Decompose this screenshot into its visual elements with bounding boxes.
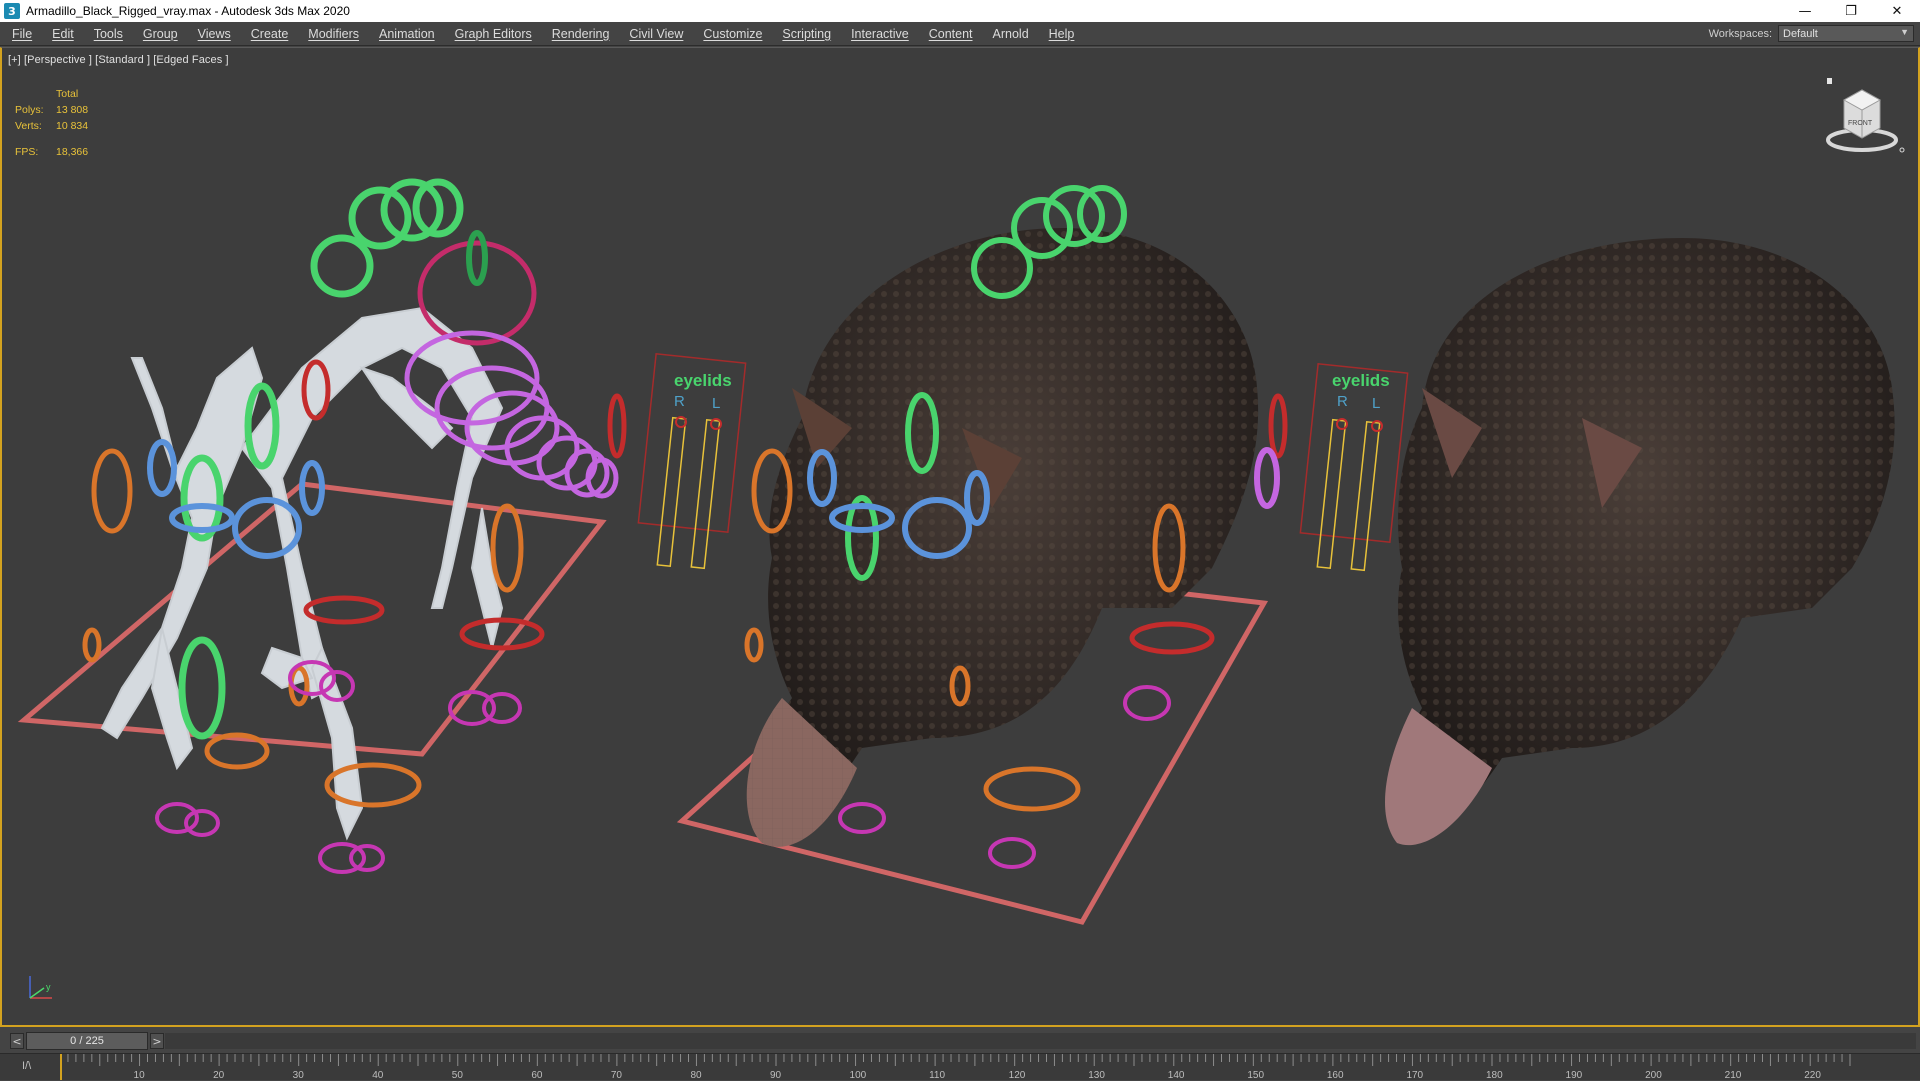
ruler-label: 210 bbox=[1725, 1070, 1742, 1081]
ruler-label: 110 bbox=[929, 1070, 945, 1081]
menu-rendering[interactable]: Rendering bbox=[542, 22, 620, 46]
eyelids-panel-middle: eyelids R L bbox=[637, 352, 747, 570]
verts-label: Verts: bbox=[15, 120, 42, 132]
menu-scripting[interactable]: Scripting bbox=[772, 22, 841, 46]
frame-ruler[interactable]: 10 20 30 40 50 60 70 80 90 100 110 120 130 140 150 160 1… bbox=[60, 1054, 1910, 1081]
fps-value: 18,366 bbox=[56, 146, 89, 158]
menu-interactive[interactable]: Interactive bbox=[841, 22, 919, 46]
eyelid-left-label-2: L bbox=[1372, 395, 1380, 412]
menu-animation[interactable]: Animation bbox=[369, 22, 445, 46]
eyelids-label-2: eyelids bbox=[1332, 371, 1390, 390]
ruler-label: 80 bbox=[690, 1070, 702, 1081]
next-frame-button[interactable]: > bbox=[150, 1033, 164, 1049]
ruler-label: 50 bbox=[452, 1070, 464, 1081]
menu-customize[interactable]: Customize bbox=[693, 22, 772, 46]
menu-modifiers[interactable]: Modifiers bbox=[298, 22, 369, 46]
ruler-label: 130 bbox=[1088, 1070, 1105, 1081]
frame-display: 0 / 225 bbox=[70, 1035, 104, 1047]
title-bar: 3 Armadillo_Black_Rigged_vray.max - Auto… bbox=[0, 0, 1920, 22]
previous-frame-button[interactable]: < bbox=[10, 1033, 24, 1049]
ruler-label: 170 bbox=[1406, 1070, 1423, 1081]
ruler-label: 160 bbox=[1327, 1070, 1344, 1081]
menu-tools[interactable]: Tools bbox=[84, 22, 133, 46]
eyelids-panel-right: eyelids R L bbox=[1299, 362, 1409, 572]
menu-group[interactable]: Group bbox=[133, 22, 188, 46]
ruler-label: 190 bbox=[1566, 1070, 1583, 1081]
home-icon bbox=[1827, 78, 1832, 84]
eyelid-right-label-2: R bbox=[1337, 393, 1348, 410]
time-slider: < 0 / 225 > bbox=[0, 1029, 1920, 1053]
stats-header: Total bbox=[56, 88, 79, 100]
viewport-scene[interactable]: eyelids R L eyelids R L bbox=[2, 48, 1918, 1026]
ruler-label: 20 bbox=[213, 1070, 225, 1081]
ruler-label: 90 bbox=[770, 1070, 782, 1081]
ruler-label: 100 bbox=[850, 1070, 867, 1081]
window-controls: — ❐ ✕ bbox=[1782, 0, 1920, 22]
fps-label: FPS: bbox=[15, 146, 39, 158]
verts-value: 10 834 bbox=[56, 120, 89, 132]
ruler-label: 200 bbox=[1645, 1070, 1662, 1081]
menu-items: File Edit Tools Group Views Create Modifiers An… bbox=[2, 22, 1084, 46]
ruler-label: 10 bbox=[134, 1070, 146, 1081]
menu-bar: File Edit Tools Group Views Create Modifiers An… bbox=[0, 22, 1920, 46]
ruler-label: 150 bbox=[1247, 1070, 1264, 1081]
app-icon: 3 bbox=[4, 3, 20, 19]
polys-label: Polys: bbox=[15, 104, 44, 116]
ruler-label: 30 bbox=[293, 1070, 305, 1081]
chevron-down-icon: ▼ bbox=[1900, 27, 1909, 37]
menu-content[interactable]: Content bbox=[919, 22, 983, 46]
time-slider-thumb[interactable]: 0 / 225 bbox=[26, 1032, 148, 1050]
ruler-label: 140 bbox=[1168, 1070, 1185, 1081]
polys-value: 13 808 bbox=[56, 104, 89, 116]
ruler-label: 220 bbox=[1804, 1070, 1821, 1081]
menu-views[interactable]: Views bbox=[188, 22, 241, 46]
scene-statistics: Total Polys: 13 808 Verts: 10 834 FPS: 18,3… bbox=[15, 86, 88, 160]
control-head-ring bbox=[417, 240, 537, 346]
menu-arnold[interactable]: Arnold bbox=[983, 22, 1039, 46]
minimize-button[interactable]: — bbox=[1782, 0, 1828, 22]
curve-editor-icon[interactable]: I/\ bbox=[22, 1060, 31, 1072]
menu-file[interactable]: File bbox=[2, 22, 42, 46]
time-slider-track[interactable] bbox=[165, 1033, 1916, 1049]
ruler-label: 120 bbox=[1009, 1070, 1026, 1081]
ruler-label: 40 bbox=[372, 1070, 384, 1081]
restore-button[interactable]: ❐ bbox=[1828, 0, 1874, 22]
armadillo-mesh-right bbox=[1385, 238, 1895, 846]
current-frame-marker bbox=[60, 1054, 62, 1080]
eyelid-right-label: R bbox=[674, 393, 685, 410]
eyelid-left-label: L bbox=[712, 395, 720, 412]
perspective-viewport[interactable]: eyelids R L eyelids R L [+] [Perspective… bbox=[0, 47, 1920, 1027]
menu-graph-editors[interactable]: Graph Editors bbox=[445, 22, 542, 46]
axis-y-label: y bbox=[46, 982, 51, 992]
axis-tripod-icon: y bbox=[29, 976, 52, 999]
menu-civil-view[interactable]: Civil View bbox=[619, 22, 693, 46]
ruler-label: 60 bbox=[531, 1070, 543, 1081]
track-bar[interactable]: I/\ 10 20 30 40 50 60 70 80 90 100 110 120 130 140 150… bbox=[0, 1053, 1920, 1081]
viewcube[interactable]: FRONT bbox=[1822, 78, 1906, 162]
workspace-switcher: Workspaces: Default ▼ bbox=[1709, 25, 1914, 42]
menu-edit[interactable]: Edit bbox=[42, 22, 84, 46]
workspace-label: Workspaces: bbox=[1708, 27, 1772, 40]
viewcube-front-label: FRONT bbox=[1848, 120, 1873, 127]
workspace-dropdown[interactable]: Default ▼ bbox=[1778, 25, 1914, 42]
ruler-label: 180 bbox=[1486, 1070, 1503, 1081]
menu-help[interactable]: Help bbox=[1039, 22, 1085, 46]
menu-create[interactable]: Create bbox=[241, 22, 299, 46]
viewport-label[interactable]: [+] [Perspective ] [Standard ] [Edged Fa… bbox=[8, 54, 229, 66]
ruler-label: 70 bbox=[611, 1070, 623, 1081]
workspace-value: Default bbox=[1783, 27, 1818, 40]
window-title: Armadillo_Black_Rigged_vray.max - Autode… bbox=[26, 4, 350, 18]
eyelids-label: eyelids bbox=[674, 371, 732, 390]
close-button[interactable]: ✕ bbox=[1874, 0, 1920, 22]
